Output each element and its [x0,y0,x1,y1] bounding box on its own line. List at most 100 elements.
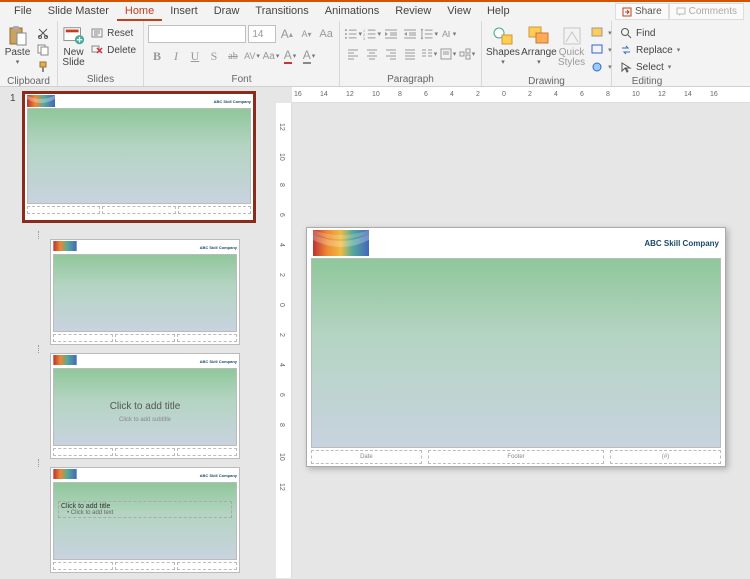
svg-text:A: A [442,29,448,39]
logo-icon [313,230,369,256]
master-thumbnail[interactable]: ABC Skill Company [24,93,254,221]
smartart-button[interactable]: ▾ [458,45,476,63]
reset-icon [90,26,104,40]
logo-icon [53,355,81,367]
share-button[interactable]: Share [615,3,669,20]
company-name: ABC Skill Company [644,239,719,248]
tab-home[interactable]: Home [117,2,162,21]
delete-icon [90,43,104,57]
underline-button[interactable]: U [186,47,204,65]
copy-icon [36,43,50,57]
columns-button[interactable]: ▾ [420,45,438,63]
fill-icon [590,26,604,40]
select-button[interactable]: Select▾ [616,59,683,75]
align-text-button[interactable]: ▾ [439,45,457,63]
text-direction-button[interactable]: A▾ [439,25,457,43]
quick-styles-button[interactable]: Quick Styles [558,23,585,68]
delete-button[interactable]: Delete [87,42,139,58]
comments-button[interactable]: Comments [669,3,744,20]
slide-number-placeholder[interactable]: (#) [610,450,721,464]
line-spacing-button[interactable]: ▾ [420,25,438,43]
paste-button[interactable]: Paste ▾ [4,23,31,66]
tab-animations[interactable]: Animations [317,2,387,21]
layout-thumbnail-3[interactable]: ABC Skill Company Click to add title • C… [50,467,240,573]
slide-master-canvas[interactable]: ABC Skill Company Date Footer (#) [306,227,726,467]
outline-icon [590,43,604,57]
tab-view[interactable]: View [439,2,479,21]
cut-button[interactable] [33,25,53,41]
char-spacing-button[interactable]: AV▾ [243,47,261,65]
font-color-button[interactable]: A▾ [281,47,299,65]
shadow-button[interactable]: S [205,47,223,65]
content-placeholder: Click to add title • Click to add text [58,501,232,518]
layout-thumbnail-2[interactable]: ABC Skill Company Click to add title Cli… [50,353,240,459]
copy-button[interactable] [33,42,53,58]
chevron-down-icon: ▾ [501,58,505,66]
horizontal-ruler: 1614121086420246810121416 [292,87,750,103]
date-placeholder[interactable]: Date [311,450,422,464]
shapes-button[interactable]: Shapes ▾ [486,23,520,66]
svg-text:3: 3 [363,37,365,40]
shape-outline-button[interactable]: ▾ [587,42,615,58]
footer-placeholder[interactable]: Footer [428,450,604,464]
group-label-font: Font [148,73,335,86]
align-right-button[interactable] [382,45,400,63]
clear-formatting-button[interactable]: Aa [317,25,335,43]
replace-button[interactable]: Replace▾ [616,42,683,58]
slide-canvas-area[interactable]: 1614121086420246810121416 12108642024681… [276,87,750,578]
brush-icon [36,60,50,74]
decrease-font-button[interactable]: A▾ [298,25,316,43]
tab-file[interactable]: File [6,2,40,21]
tab-insert[interactable]: Insert [162,2,206,21]
decrease-indent-button[interactable] [382,25,400,43]
increase-font-button[interactable]: A▴ [278,25,296,43]
justify-button[interactable] [401,45,419,63]
comment-icon [676,7,686,17]
tab-transitions[interactable]: Transitions [247,2,316,21]
tab-review[interactable]: Review [387,2,439,21]
italic-button[interactable]: I [167,47,185,65]
vertical-ruler: 12108642024681012 [276,103,292,578]
master-number: 1 [10,93,18,104]
chevron-down-icon: ▾ [537,58,541,66]
numbering-button[interactable]: 123▾ [363,25,381,43]
replace-icon [619,43,633,57]
shapes-icon [492,25,514,47]
quick-styles-icon [561,25,583,47]
group-label-paragraph: Paragraph [344,73,477,86]
share-icon [622,7,632,17]
search-icon [619,26,633,40]
arrange-button[interactable]: Arrange ▾ [522,23,556,66]
layout-thumbnail-1[interactable]: ABC Skill Company [50,239,240,345]
align-left-button[interactable] [344,45,362,63]
title-placeholder: Click to add title [72,401,218,412]
align-center-button[interactable] [363,45,381,63]
shape-fill-button[interactable]: ▾ [587,25,615,41]
slide-body[interactable] [311,258,721,448]
slide-master-thumbnail-pane[interactable]: 1 ABC Skill Company ABC Skill Company AB… [0,87,276,578]
increase-indent-button[interactable] [401,25,419,43]
format-painter-button[interactable] [33,59,53,75]
bullets-button[interactable]: ▾ [344,25,362,43]
bold-button[interactable]: B [148,47,166,65]
reset-button[interactable]: Reset [87,25,139,41]
logo-icon [53,241,81,253]
font-size-select[interactable]: 14 [248,25,276,43]
new-slide-button[interactable]: New Slide [62,23,85,68]
logo-icon [27,95,55,107]
find-button[interactable]: Find [616,25,683,41]
font-family-select[interactable] [148,25,246,43]
cursor-icon [619,60,633,74]
arrange-icon [528,25,550,47]
highlight-button[interactable]: A▾ [300,47,318,65]
new-slide-icon [63,25,85,47]
change-case-button[interactable]: Aa▾ [262,47,280,65]
cut-icon [36,26,50,40]
subtitle-placeholder: Click to add subtitle [90,417,199,423]
tab-help[interactable]: Help [479,2,518,21]
chevron-down-icon: ▾ [16,58,20,66]
tab-slide-master[interactable]: Slide Master [40,2,117,21]
tab-draw[interactable]: Draw [206,2,248,21]
strikethrough-button[interactable]: ab [224,47,242,65]
shape-effects-button[interactable]: ▾ [587,59,615,75]
